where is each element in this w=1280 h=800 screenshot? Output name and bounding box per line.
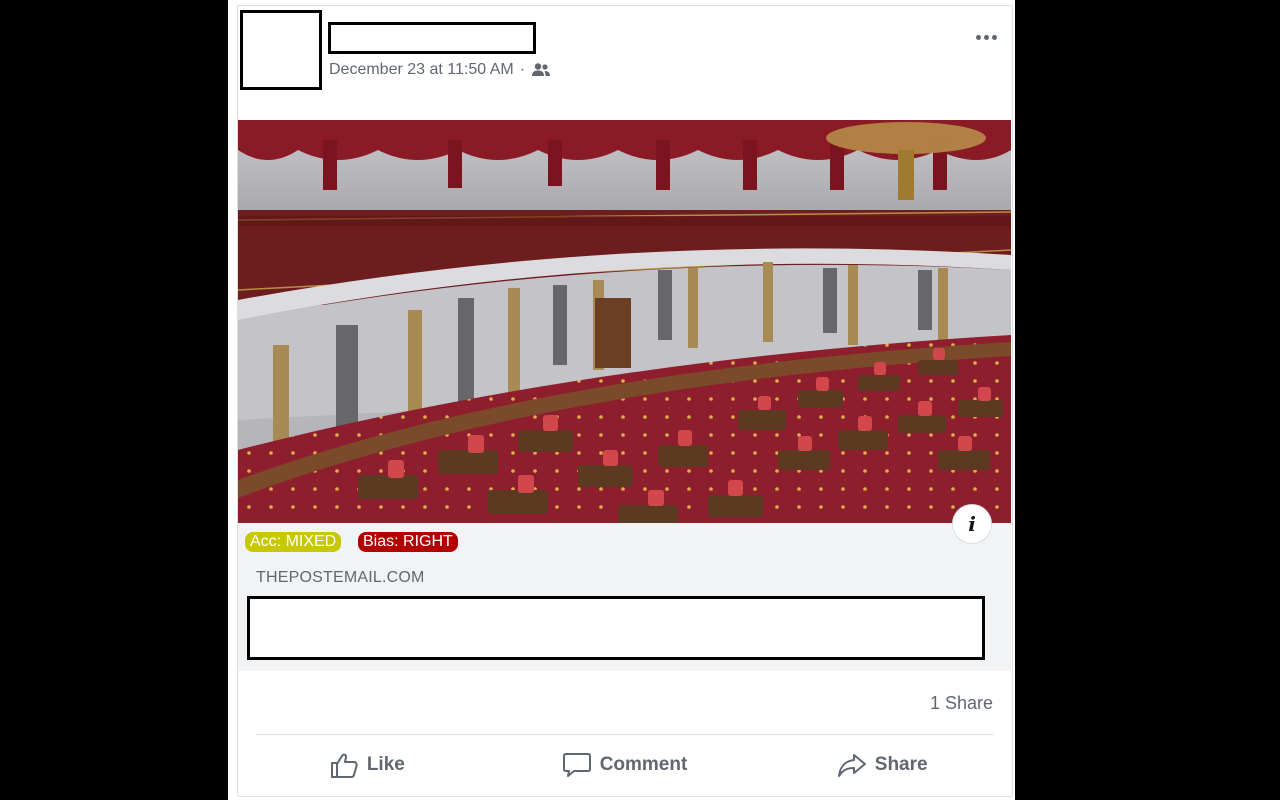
thumbs-up-icon (330, 753, 358, 778)
divider (256, 734, 993, 735)
share-icon (837, 754, 866, 777)
like-button[interactable]: Like (238, 742, 496, 788)
share-button[interactable]: Share (753, 742, 1011, 788)
action-bar: Like Comment Share (238, 742, 1011, 788)
friends-icon[interactable] (531, 62, 551, 78)
share-count[interactable]: 1 Share (930, 693, 993, 714)
comment-button[interactable]: Comment (496, 742, 754, 788)
avatar-redacted[interactable] (240, 10, 322, 90)
meta-separator: · (519, 61, 526, 78)
comment-label: Comment (599, 754, 688, 775)
comment-icon (562, 753, 591, 777)
post-meta: December 23 at 11:50 AM · (329, 60, 551, 80)
share-label: Share (874, 754, 928, 775)
info-icon[interactable]: i (952, 504, 992, 544)
more-options-icon[interactable] (968, 24, 1004, 50)
link-headline-redacted[interactable] (247, 596, 985, 660)
link-domain[interactable]: THEPOSTEMAIL.COM (256, 569, 425, 587)
accuracy-badge: Acc: MIXED (245, 532, 342, 552)
post-timestamp[interactable]: December 23 at 11:50 AM (329, 61, 514, 79)
bias-badge: Bias: RIGHT (358, 532, 458, 552)
post-image[interactable] (238, 120, 1011, 523)
like-label: Like (366, 754, 405, 775)
author-name-redacted[interactable] (328, 22, 536, 54)
